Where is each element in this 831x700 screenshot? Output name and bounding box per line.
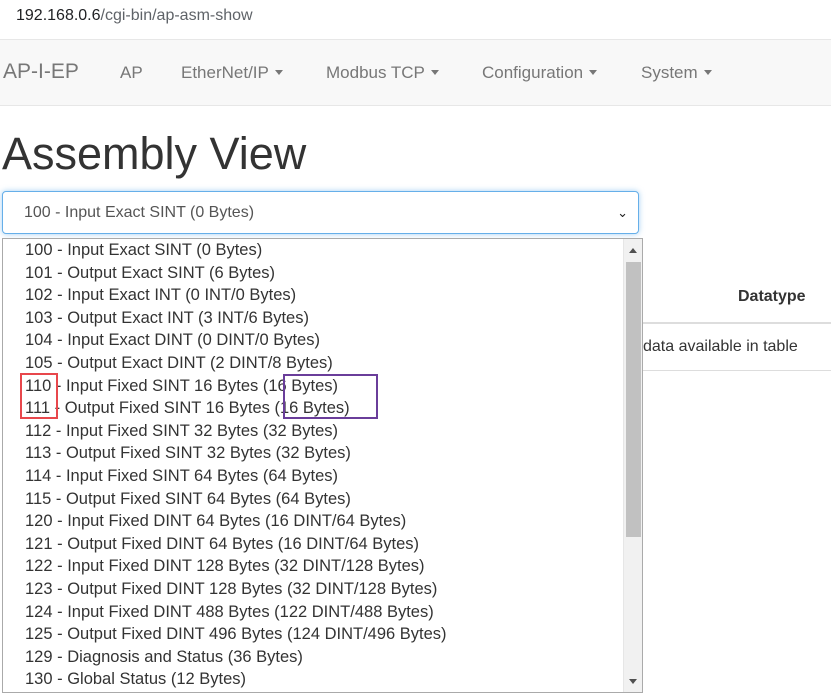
option-item[interactable]: 125 - Output Fixed DINT 496 Bytes (124 D… [3,623,623,646]
option-item[interactable]: 115 - Output Fixed SINT 64 Bytes (64 Byt… [3,488,623,511]
option-item[interactable]: 123 - Output Fixed DINT 128 Bytes (32 DI… [3,578,623,601]
option-item[interactable]: 130 - Global Status (12 Bytes) [3,668,623,691]
scrollbar-thumb[interactable] [626,262,641,537]
option-item[interactable]: 103 - Output Exact INT (3 INT/6 Bytes) [3,307,623,330]
highlight-box-purple [283,374,378,419]
option-item[interactable]: 104 - Input Exact DINT (0 DINT/0 Bytes) [3,329,623,352]
nav-item-ethernet-ip[interactable]: EtherNet/IP [181,63,283,83]
table-header-divider [640,322,831,324]
option-item[interactable]: 124 - Input Fixed DINT 488 Bytes (122 DI… [3,601,623,624]
option-item[interactable]: 101 - Output Exact SINT (6 Bytes) [3,262,623,285]
nav-item-configuration[interactable]: Configuration [482,63,598,83]
table-empty-message: data available in table [643,338,798,355]
assembly-options-list[interactable]: 100 - Input Exact SINT (0 Bytes) 101 - O… [2,238,643,693]
page-title: Assembly View [2,128,307,179]
navbar-brand[interactable]: AP-I-EP [3,60,79,84]
caret-down-icon [274,70,283,76]
option-item[interactable]: 129 - Diagnosis and Status (36 Bytes) [3,646,623,669]
caret-down-icon [703,70,712,76]
option-item[interactable]: 113 - Output Fixed SINT 32 Bytes (32 Byt… [3,442,623,465]
scroll-down-arrow-icon[interactable] [629,679,637,684]
option-item[interactable]: 112 - Input Fixed SINT 32 Bytes (32 Byte… [3,420,623,443]
table-header-datatype[interactable]: Datatype [738,288,806,306]
option-item[interactable]: 122 - Input Fixed DINT 128 Bytes (32 DIN… [3,555,623,578]
table-row-divider [640,370,831,371]
navbar: AP-I-EP AP EtherNet/IP Modbus TCP Config… [0,39,831,106]
option-item[interactable]: 121 - Output Fixed DINT 64 Bytes (16 DIN… [3,533,623,556]
assembly-select-value: 100 - Input Exact SINT (0 Bytes) [24,204,255,221]
option-item[interactable]: 105 - Output Exact DINT (2 DINT/8 Bytes) [3,352,623,375]
assembly-select[interactable]: 100 - Input Exact SINT (0 Bytes) ⌄ [2,191,639,234]
scroll-up-arrow-icon[interactable] [629,248,637,253]
option-item[interactable]: 100 - Input Exact SINT (0 Bytes) [3,239,623,262]
nav-item-modbus-tcp[interactable]: Modbus TCP [326,63,439,83]
address-bar[interactable]: 192.168.0.6/cgi-bin/ap-asm-show [0,0,831,34]
option-item[interactable]: 120 - Input Fixed DINT 64 Bytes (16 DINT… [3,510,623,533]
highlight-box-red [20,373,58,419]
scrollbar[interactable] [623,239,642,692]
url-text: 192.168.0.6/cgi-bin/ap-asm-show [16,7,253,24]
nav-item-ap[interactable]: AP [120,63,143,83]
chevron-down-icon: ⌄ [617,205,628,220]
caret-down-icon [430,70,439,76]
option-item[interactable]: 114 - Input Fixed SINT 64 Bytes (64 Byte… [3,465,623,488]
caret-down-icon [589,70,598,76]
nav-item-system[interactable]: System [641,63,712,83]
option-item[interactable]: 102 - Input Exact INT (0 INT/0 Bytes) [3,284,623,307]
